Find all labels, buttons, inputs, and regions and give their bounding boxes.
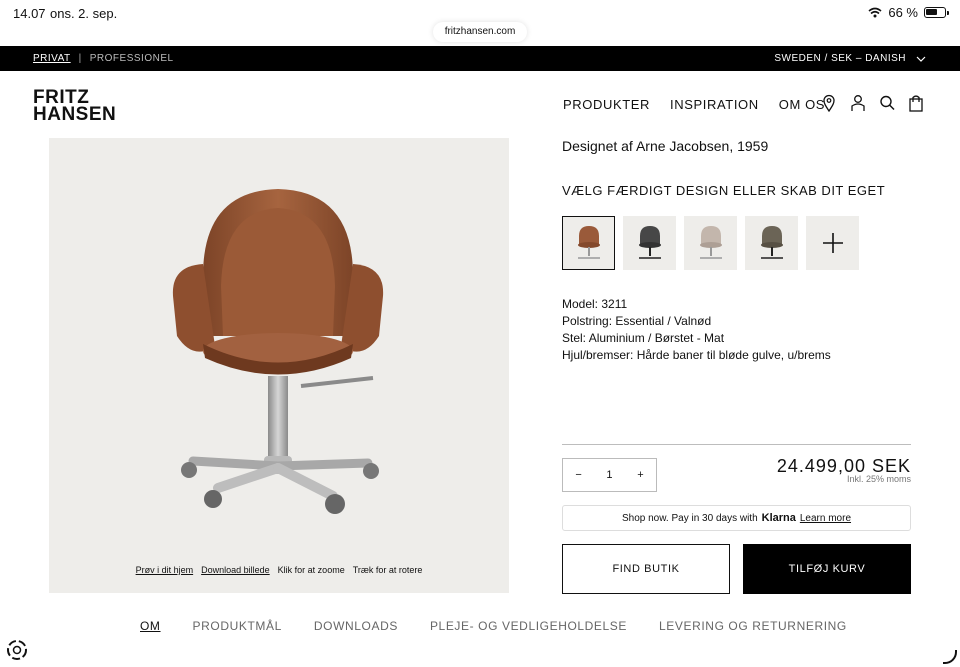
top-bar: PRIVAT | PROFESSIONEL SWEDEN / SEK – DAN… [0, 46, 960, 71]
spec-row: Model: 3211 [562, 296, 831, 313]
segment-professionel-link[interactable]: PROFESSIONEL [90, 53, 174, 64]
divider [562, 444, 911, 445]
product-chair-image[interactable] [163, 186, 393, 526]
status-date: ons. 2. sep. [50, 6, 118, 21]
product-specs: Model: 3211 Polstring: Essential / Valnø… [562, 296, 831, 364]
quantity-increase-button[interactable]: + [637, 469, 643, 481]
spec-label: Hjul/bremser: [562, 348, 634, 362]
add-to-cart-button[interactable]: TILFØJ KURV [743, 544, 911, 594]
quantity-stepper: − 1 + [562, 458, 657, 492]
brand-logo[interactable]: FRITZ HANSEN [33, 88, 117, 125]
klarna-learn-more-link[interactable]: Learn more [800, 513, 851, 524]
cookie-settings-icon[interactable] [6, 639, 28, 661]
design-swatches [562, 216, 859, 270]
spec-row: Polstring: Essential / Valnød [562, 313, 831, 330]
locale-label: SWEDEN / SEK – DANISH [774, 53, 906, 64]
spec-value: Hårde baner til bløde gulve, u/brems [633, 348, 831, 362]
klarna-logo: Klarna [761, 512, 796, 524]
chair-thumbnail-icon [760, 226, 783, 259]
spec-value: Aluminium / Børstet - Mat [586, 331, 725, 345]
spec-label: Stel: [562, 331, 587, 345]
rotate-hint[interactable]: Træk for at rotere [353, 565, 423, 575]
locale-selector[interactable]: SWEDEN / SEK – DANISH [774, 53, 926, 64]
quantity-decrease-button[interactable]: − [575, 469, 581, 481]
account-icon[interactable] [850, 94, 866, 112]
header-icons [821, 94, 924, 112]
address-bar[interactable]: fritzhansen.com [433, 22, 527, 42]
chair-thumbnail-icon [699, 226, 722, 259]
tab-produktmaal[interactable]: PRODUKTMÅL [193, 619, 282, 633]
try-at-home-link[interactable]: Prøv i dit hjem [136, 565, 194, 575]
search-icon[interactable] [879, 94, 895, 112]
spec-row: Stel: Aluminium / Børstet - Mat [562, 330, 831, 347]
bag-icon[interactable] [908, 94, 924, 112]
spec-value: 3211 [598, 297, 628, 311]
location-icon[interactable] [821, 94, 837, 112]
zoom-hint[interactable]: Klik for at zoome [278, 565, 345, 575]
swatch-cognac[interactable] [562, 216, 615, 270]
customize-button[interactable] [806, 216, 859, 270]
nav-inspiration[interactable]: INSPIRATION [670, 97, 759, 112]
chair-thumbnail-icon [577, 226, 600, 259]
main-nav: PRODUKTER INSPIRATION OM OS [563, 97, 825, 112]
nav-om-os[interactable]: OM OS [779, 97, 825, 112]
spec-row: Hjul/bremser: Hårde baner til bløde gulv… [562, 347, 831, 364]
find-store-button[interactable]: FIND BUTIK [562, 544, 730, 594]
swatch-dark-grey[interactable] [623, 216, 676, 270]
choose-design-heading: VÆLG FÆRDIGT DESIGN ELLER SKAB DIT EGET [562, 183, 886, 198]
tab-levering[interactable]: LEVERING OG RETURNERING [659, 619, 847, 633]
product-tabs: OM PRODUKTMÅL DOWNLOADS PLEJE- OG VEDLIG… [140, 619, 847, 633]
status-time: 14.07 [13, 6, 46, 21]
status-bar: 14.07 ons. 2. sep. fritzhansen.com 66 % [0, 0, 960, 46]
nav-produkter[interactable]: PRODUKTER [563, 97, 650, 112]
spec-value: Essential / Valnød [612, 314, 712, 328]
quantity-value[interactable]: 1 [606, 469, 612, 481]
download-image-link[interactable]: Download billede [201, 565, 270, 575]
loading-indicator-icon [943, 650, 957, 664]
tax-note: Inkl. 25% moms [846, 474, 911, 484]
segment-separator: | [78, 53, 82, 64]
wifi-icon [868, 7, 882, 18]
battery-percent: 66 % [888, 5, 918, 20]
tab-downloads[interactable]: DOWNLOADS [314, 619, 398, 633]
swatch-light-beige[interactable] [684, 216, 737, 270]
spec-label: Model: [562, 297, 599, 311]
chevron-down-icon [916, 56, 926, 62]
plus-icon [822, 233, 843, 253]
product-image-panel[interactable]: Prøv i dit hjem Download billede Klik fo… [49, 138, 509, 593]
klarna-banner: Shop now. Pay in 30 days with Klarna Lea… [562, 505, 911, 531]
status-right: 66 % [868, 5, 949, 20]
spec-label: Polstring: [562, 314, 613, 328]
chair-thumbnail-icon [638, 226, 661, 259]
logo-line-2: HANSEN [33, 104, 117, 125]
swatch-olive-grey[interactable] [745, 216, 798, 270]
battery-icon [924, 7, 949, 18]
tab-om[interactable]: OM [140, 619, 161, 633]
klarna-text: Shop now. Pay in 30 days with [621, 512, 758, 524]
segment-privat-link[interactable]: PRIVAT [33, 53, 71, 64]
image-actions: Prøv i dit hjem Download billede Klik fo… [49, 565, 509, 575]
designer-text: Designet af Arne Jacobsen, 1959 [562, 138, 769, 154]
tab-pleje[interactable]: PLEJE- OG VEDLIGEHOLDELSE [430, 619, 627, 633]
